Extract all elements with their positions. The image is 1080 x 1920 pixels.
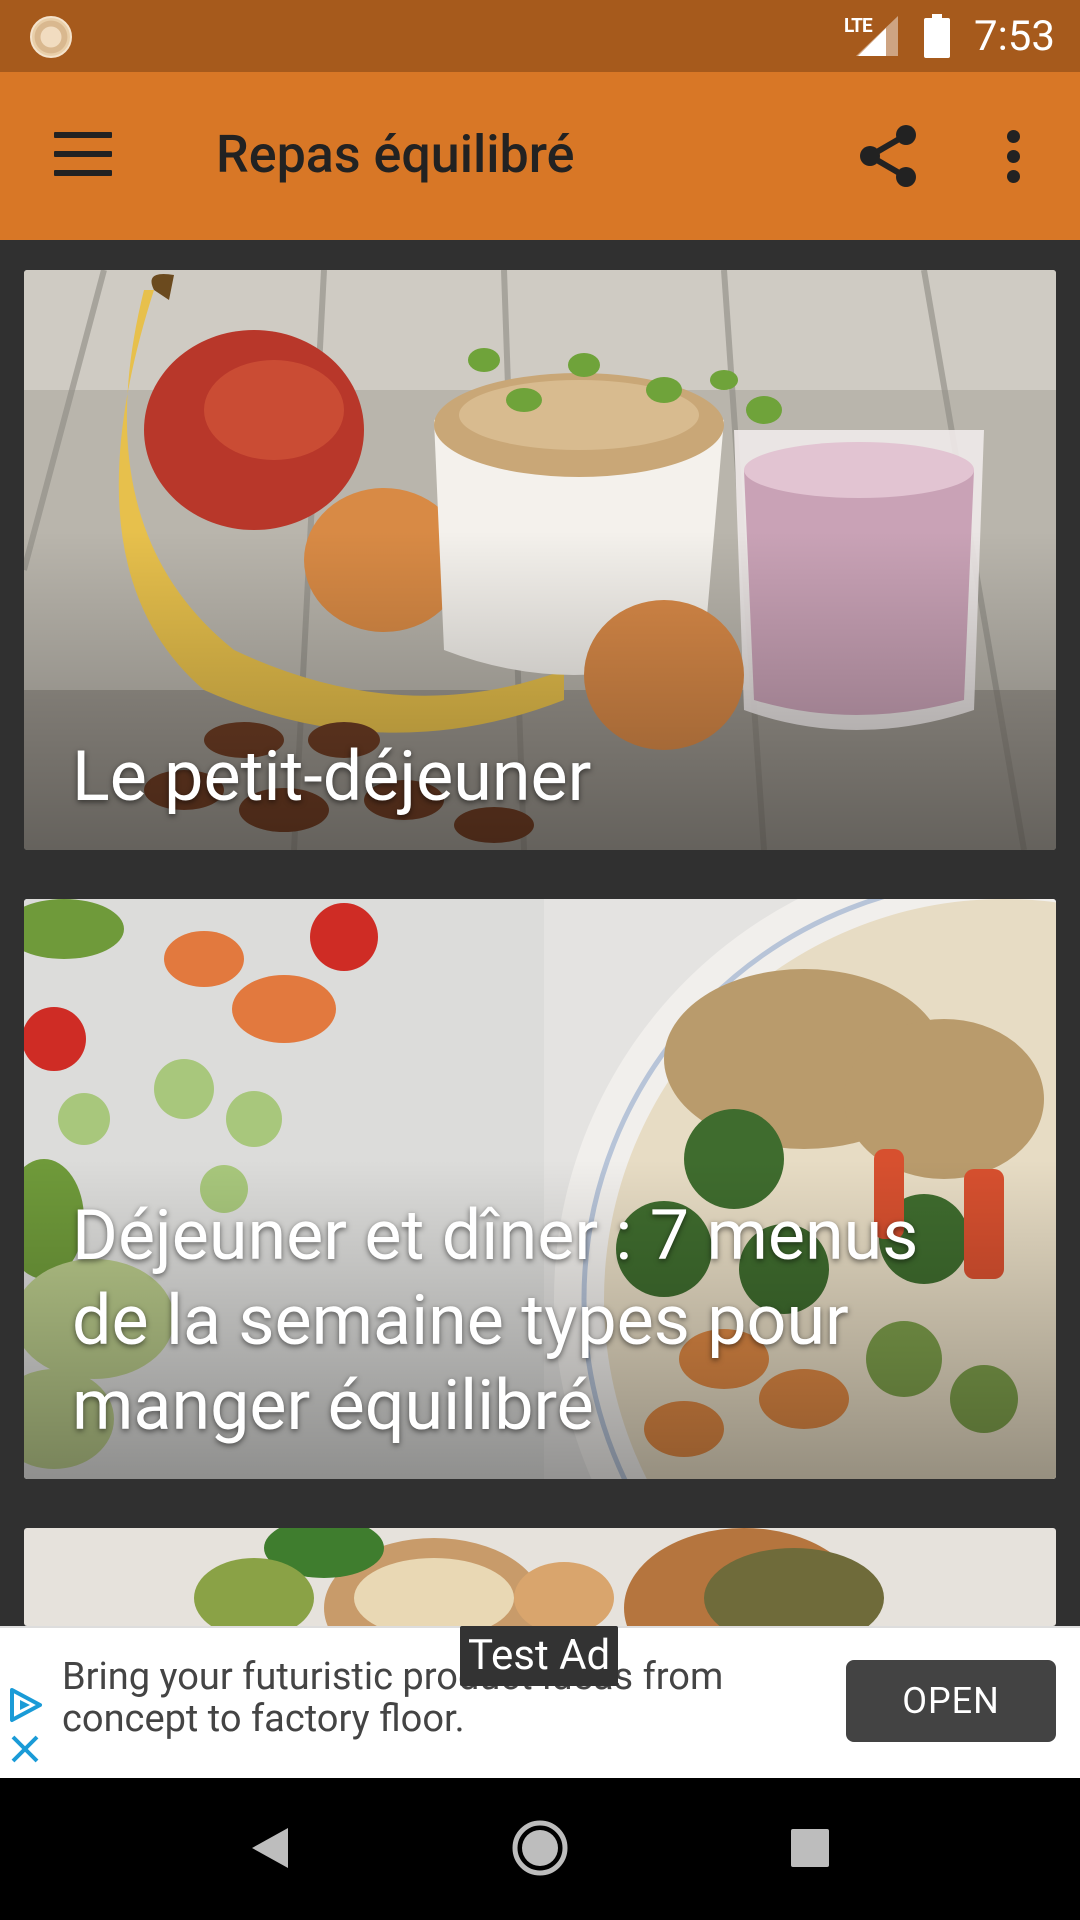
article-card-breakfast[interactable]: Le petit-déjeuner: [24, 270, 1056, 850]
notification-icon: [30, 16, 72, 58]
article-card-lunch-dinner[interactable]: Déjeuner et dîner : 7 menus de la semain…: [24, 899, 1056, 1479]
back-icon[interactable]: [250, 1826, 290, 1870]
article-card-3[interactable]: [24, 1528, 1056, 1626]
ad-choices-icon[interactable]: [6, 1686, 44, 1724]
page-title: Repas équilibré: [216, 124, 575, 185]
ad-label: Test Ad: [460, 1626, 619, 1686]
clock: 7:53: [974, 12, 1055, 61]
battery-icon: [924, 14, 950, 58]
more-vert-icon[interactable]: [1000, 130, 1028, 184]
share-icon[interactable]: [858, 124, 918, 188]
card-image: [24, 1528, 1056, 1626]
recents-icon[interactable]: [791, 1829, 829, 1867]
ad-open-button[interactable]: OPEN: [846, 1660, 1056, 1742]
ad-text[interactable]: Bring your futuristic product ideas from…: [62, 1656, 832, 1740]
card-title: Le petit-déjeuner: [72, 736, 592, 818]
menu-icon[interactable]: [54, 132, 112, 176]
home-icon[interactable]: [512, 1820, 568, 1876]
card-title: Déjeuner et dîner : 7 menus de la semain…: [72, 1195, 919, 1447]
signal-icon: [856, 16, 898, 56]
status-bar: LTE 7:53: [0, 0, 1080, 72]
close-icon[interactable]: [8, 1732, 42, 1766]
